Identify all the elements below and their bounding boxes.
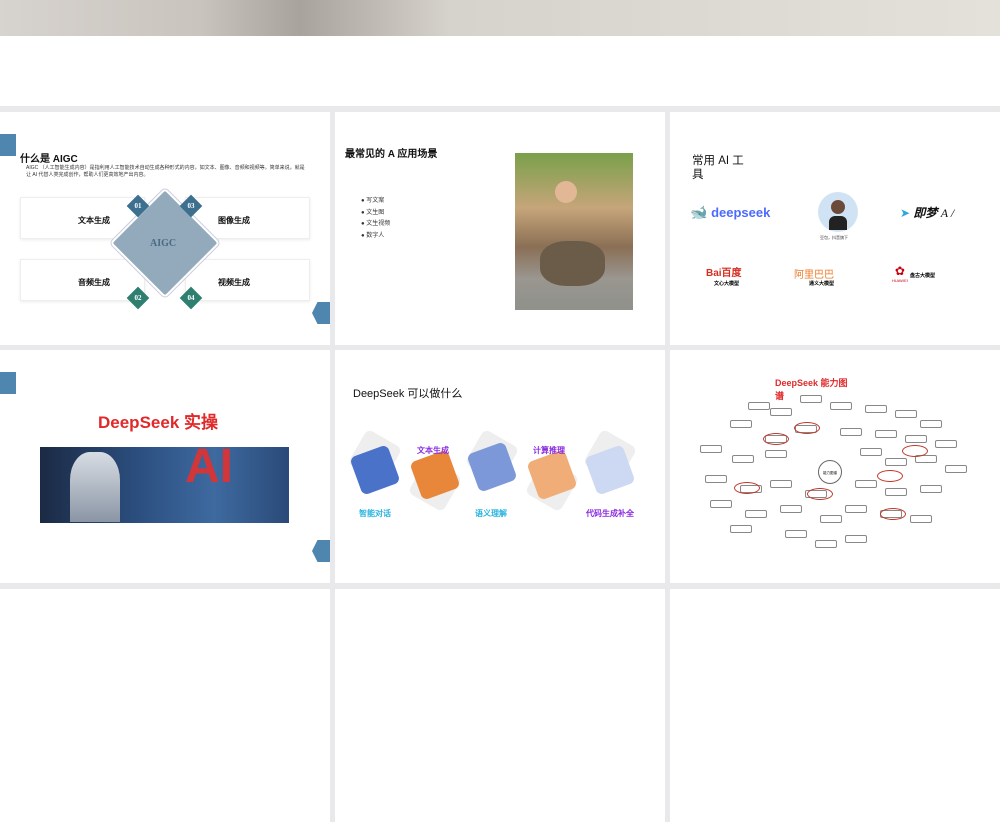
- corner-decoration: [312, 540, 330, 562]
- mindmap-node: [770, 408, 792, 416]
- huawei-logo: ✿ HUAWEI: [892, 264, 908, 283]
- mindmap-node: [910, 515, 932, 523]
- highlight-ring: [763, 433, 789, 445]
- mindmap-node: [885, 458, 907, 466]
- slide-thumbnail-next[interactable]: [670, 589, 1000, 822]
- mindmap-node: [730, 525, 752, 533]
- slide-body: AIGC （人工智能生成内容）是指利用人工智能技术自动生成各种形式的内容，如文本…: [26, 165, 305, 178]
- slide-thumbnail-scenarios[interactable]: 最常见的 A 应用场景 ● 写文案 ● 文生图 ● 文生视频 ● 数字人: [335, 112, 665, 345]
- item-label: 图像生成: [218, 216, 250, 225]
- mindmap-node: [845, 535, 867, 543]
- item-label: 文本生成: [78, 216, 110, 225]
- mindmap-node: [920, 485, 942, 493]
- highlight-ring: [734, 482, 760, 494]
- mindmap-node: [820, 515, 842, 523]
- baidu-logo: Bai百度: [706, 268, 742, 279]
- mindmap-node: [815, 540, 837, 548]
- bullet-item: ● 文生图: [361, 209, 385, 216]
- mindmap-node: [855, 480, 877, 488]
- mindmap-node: [745, 510, 767, 518]
- child-on-cat-photo: [515, 153, 633, 310]
- robot-ai-image: AI: [40, 440, 289, 523]
- highlight-ring: [880, 508, 906, 520]
- mindmap-node: [748, 402, 770, 410]
- previous-slide-image: [0, 0, 1000, 36]
- mindmap-node: [920, 420, 942, 428]
- badge: 04: [179, 286, 203, 310]
- mindmap-node: [780, 505, 802, 513]
- mindmap-node: [885, 488, 907, 496]
- jimeng-logo: ➤ 即梦 A /: [900, 206, 955, 220]
- mindmap-node: [785, 530, 807, 538]
- slide-thumbnail-next[interactable]: [335, 589, 665, 822]
- badge: 01: [126, 194, 150, 218]
- mindmap-node: [840, 428, 862, 436]
- slide-thumbnail-ai-tools[interactable]: 常用 AI 工具 🐋 deepseek 豆包，抖音旗下 ➤ 即梦 A / Bai…: [670, 112, 1000, 345]
- mindmap-node: [730, 420, 752, 428]
- mindmap-node: [710, 500, 732, 508]
- bullet-item: ● 文生视频: [361, 221, 391, 227]
- slide-title: 最常见的 A 应用场景: [345, 149, 438, 160]
- corner-decoration: [0, 372, 16, 394]
- slide-thumbnail-deepseek-features[interactable]: DeepSeek 可以做什么 智能对话 文本生成 语义理解 计算推理 代码生成补…: [335, 350, 665, 583]
- mindmap-node: [845, 505, 867, 513]
- highlight-ring: [877, 470, 903, 482]
- slide-title: 常用 AI 工具: [692, 155, 744, 181]
- slide-thumbnail-capability-map[interactable]: DeepSeek 能力图谱 能力图谱: [670, 350, 1000, 583]
- tool-caption: 豆包，抖音旗下: [820, 235, 848, 240]
- badge: 02: [126, 286, 150, 310]
- feature-label: 语义理解: [475, 509, 507, 518]
- mindmap-node: [765, 450, 787, 458]
- bullet-list: ● 写文案 ● 文生图 ● 文生视频 ● 数字人: [361, 196, 390, 242]
- highlight-ring: [902, 445, 928, 457]
- tool-caption: 通义大模型: [809, 281, 835, 287]
- mindmap-node: [865, 405, 887, 413]
- slide-thumbnail-deepseek-practice[interactable]: AI DeepSeek 实操: [0, 350, 330, 583]
- previous-slide-bottom: [0, 36, 1000, 106]
- feature-label: 文本生成: [417, 446, 449, 455]
- tool-caption: 盘古大模型: [910, 273, 936, 279]
- tool-caption: 文心大模型: [714, 281, 740, 287]
- mindmap-node: [705, 475, 727, 483]
- highlight-ring: [794, 422, 820, 434]
- mindmap-node: [770, 480, 792, 488]
- slide-title: DeepSeek 可以做什么: [353, 388, 463, 400]
- feature-label: 计算推理: [533, 446, 565, 455]
- item-label: 音频生成: [78, 278, 110, 287]
- corner-decoration: [312, 302, 330, 324]
- slide-thumbnail-aigc[interactable]: 什么是 AIGC AIGC （人工智能生成内容）是指利用人工智能技术自动生成各种…: [0, 112, 330, 345]
- feature-label: 智能对话: [359, 509, 391, 518]
- mindmap-node: [895, 410, 917, 418]
- mindmap-node: [800, 395, 822, 403]
- slide-title: 什么是 AIGC: [20, 154, 78, 165]
- mindmap-node: [945, 465, 967, 473]
- feature-label: 代码生成补全: [586, 509, 634, 518]
- slide-thumbnail-next[interactable]: [0, 589, 330, 822]
- mindmap-node: [875, 430, 897, 438]
- slide-title: DeepSeek 实操: [98, 413, 218, 432]
- mindmap-node: [935, 440, 957, 448]
- mindmap-node: [860, 448, 882, 456]
- mindmap-node: [700, 445, 722, 453]
- doubao-avatar: [818, 192, 858, 232]
- bullet-item: ● 数字人: [361, 232, 385, 239]
- bullet-item: ● 写文案: [361, 198, 385, 204]
- center-label: AIGC: [150, 238, 177, 249]
- corner-decoration: [0, 134, 16, 156]
- alibaba-logo: 阿里巴巴: [794, 270, 834, 281]
- badge: 03: [179, 194, 203, 218]
- mindmap-center: 能力图谱: [818, 460, 842, 484]
- highlight-ring: [807, 488, 833, 500]
- mindmap-node: [905, 435, 927, 443]
- deepseek-logo: 🐋 deepseek: [690, 204, 771, 220]
- mindmap-node: [732, 455, 754, 463]
- mindmap-node: [830, 402, 852, 410]
- item-label: 视频生成: [218, 278, 250, 287]
